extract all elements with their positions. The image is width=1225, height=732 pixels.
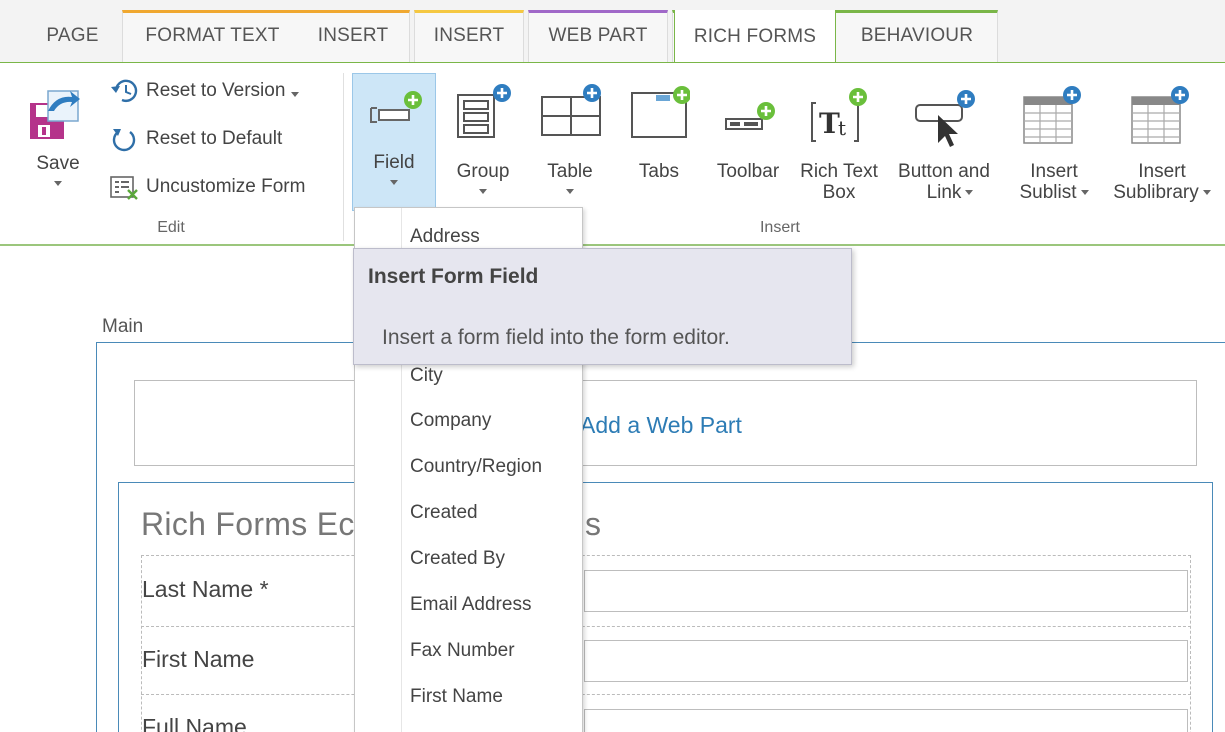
group-button[interactable]: Group bbox=[444, 73, 522, 205]
tab-format-text[interactable]: FORMAT TEXT bbox=[130, 10, 295, 62]
reset-to-version-button[interactable]: Reset to Version bbox=[108, 73, 300, 109]
first-name-input[interactable] bbox=[584, 640, 1188, 682]
group-icon bbox=[457, 84, 511, 138]
rich-text-icon: T t bbox=[811, 88, 867, 142]
tabs-button[interactable]: Tabs bbox=[622, 73, 696, 205]
svg-text:T: T bbox=[819, 107, 840, 140]
button-cursor-icon bbox=[915, 90, 975, 147]
tab-page[interactable]: PAGE bbox=[30, 10, 115, 62]
button-and-link-button[interactable]: Button and Link bbox=[888, 73, 1000, 205]
chevron-down-icon bbox=[965, 190, 974, 196]
full-name-input[interactable] bbox=[584, 709, 1188, 732]
save-label: Save bbox=[36, 153, 80, 174]
chevron-down-icon bbox=[1080, 190, 1089, 196]
ribbon: Save Reset to Version Reset to Default U… bbox=[0, 62, 1225, 246]
insert-sublibrary-label-2: Sublibrary bbox=[1113, 182, 1199, 203]
tab-web-part[interactable]: WEB PART bbox=[530, 10, 666, 62]
row-divider bbox=[141, 626, 1191, 627]
insert-sublist-label-2: Sublist bbox=[1019, 182, 1077, 203]
tooltip-title: Insert Form Field bbox=[368, 265, 539, 288]
last-name-input[interactable] bbox=[584, 570, 1188, 612]
sublist-icon bbox=[1023, 86, 1081, 144]
row-divider bbox=[141, 694, 1191, 695]
group-label: Group bbox=[456, 161, 510, 182]
tab-insert-label: INSERT bbox=[317, 25, 389, 46]
reset-to-default-button[interactable]: Reset to Default bbox=[108, 121, 282, 157]
group-separator bbox=[343, 73, 344, 241]
menu-item-country-region[interactable]: Country/Region bbox=[410, 456, 542, 478]
table-icon bbox=[541, 84, 601, 136]
tabs-icon bbox=[631, 86, 690, 138]
tooltip-body: Insert a form field into the form editor… bbox=[382, 326, 730, 349]
history-icon bbox=[111, 79, 138, 102]
zone-label: Main bbox=[102, 316, 144, 337]
uncustomize-form-label: Uncustomize Form bbox=[146, 176, 306, 197]
insert-sublist-button[interactable]: Insert Sublist bbox=[1004, 73, 1104, 205]
toolbar-label: Toolbar bbox=[716, 161, 780, 182]
table-label: Table bbox=[547, 161, 593, 182]
form-title-tail: s bbox=[585, 506, 601, 542]
reset-to-default-label: Reset to Default bbox=[146, 128, 283, 149]
field-icon bbox=[370, 91, 422, 123]
chevron-down-icon bbox=[479, 189, 487, 194]
save-button[interactable]: Save bbox=[22, 77, 94, 217]
insert-form-field-tooltip: Insert Form Field Insert a form field in… bbox=[353, 248, 852, 365]
menu-item-created-by[interactable]: Created By bbox=[410, 548, 505, 570]
toolbar-button[interactable]: Toolbar bbox=[706, 73, 790, 205]
button-link-label-2: Link bbox=[926, 182, 962, 203]
menu-item-city[interactable]: City bbox=[410, 365, 443, 387]
tab-insert-2[interactable]: INSERT bbox=[416, 10, 522, 62]
rich-text-label-1: Rich Text bbox=[800, 161, 878, 182]
tab-rich-forms[interactable]: RICH FORMS bbox=[674, 10, 836, 63]
chevron-down-icon bbox=[1202, 190, 1211, 196]
tab-behaviour[interactable]: BEHAVIOUR bbox=[838, 10, 996, 62]
insert-sublibrary-button[interactable]: Insert Sublibrary bbox=[1104, 73, 1220, 205]
add-web-part-link[interactable]: Add a Web Part bbox=[580, 412, 742, 439]
menu-item-created[interactable]: Created bbox=[410, 502, 478, 524]
form-remove-icon bbox=[110, 176, 138, 200]
table-button[interactable]: Table bbox=[532, 73, 608, 205]
rich-text-label-2: Box bbox=[822, 182, 856, 203]
svg-text:t: t bbox=[838, 116, 846, 140]
chevron-down-icon bbox=[390, 180, 398, 185]
form-row-label: First Name bbox=[142, 646, 255, 672]
save-icon bbox=[30, 90, 80, 139]
tab-rich-forms-label: RICH FORMS bbox=[693, 25, 817, 47]
form-row-label: Last Name * bbox=[142, 576, 269, 602]
tab-page-label: PAGE bbox=[46, 25, 99, 46]
insert-group-label: Insert bbox=[759, 219, 800, 236]
form-title: Rich Forms Ec bbox=[141, 506, 355, 542]
insert-sublist-label-1: Insert bbox=[1030, 161, 1078, 182]
tab-format-text-label: FORMAT TEXT bbox=[145, 25, 280, 46]
rich-text-box-button[interactable]: T t Rich Text Box bbox=[794, 73, 884, 205]
menu-item-first-name[interactable]: First Name bbox=[410, 686, 503, 708]
sublibrary-icon bbox=[1131, 86, 1189, 144]
insert-sublibrary-label-1: Insert bbox=[1138, 161, 1186, 182]
ribbon-tab-strip: PAGE FORMAT TEXT INSERT INSERT WEB PART … bbox=[0, 0, 1225, 63]
reset-to-version-label: Reset to Version bbox=[146, 80, 286, 101]
menu-item-company[interactable]: Company bbox=[410, 410, 491, 432]
refresh-icon bbox=[112, 129, 136, 152]
tab-behaviour-label: BEHAVIOUR bbox=[860, 25, 974, 46]
menu-item-address[interactable]: Address bbox=[410, 226, 480, 248]
tab-web-part-label: WEB PART bbox=[548, 25, 648, 46]
menu-item-email-address[interactable]: Email Address bbox=[410, 594, 531, 616]
chevron-down-icon bbox=[54, 181, 62, 186]
edit-group-label: Edit bbox=[157, 219, 185, 236]
toolbar-icon bbox=[725, 102, 775, 130]
chevron-down-icon bbox=[566, 189, 574, 194]
uncustomize-form-button[interactable]: Uncustomize Form bbox=[108, 169, 305, 205]
chevron-down-icon bbox=[291, 91, 300, 97]
field-label: Field bbox=[373, 152, 415, 173]
menu-item-fax-number[interactable]: Fax Number bbox=[410, 640, 515, 662]
tab-insert[interactable]: INSERT bbox=[300, 10, 406, 62]
tabs-label: Tabs bbox=[638, 161, 680, 182]
tab-insert-2-label: INSERT bbox=[433, 25, 505, 46]
field-button[interactable]: Field bbox=[352, 73, 436, 211]
form-row-label: Full Name bbox=[142, 714, 247, 732]
button-link-label-1: Button and bbox=[898, 161, 990, 182]
